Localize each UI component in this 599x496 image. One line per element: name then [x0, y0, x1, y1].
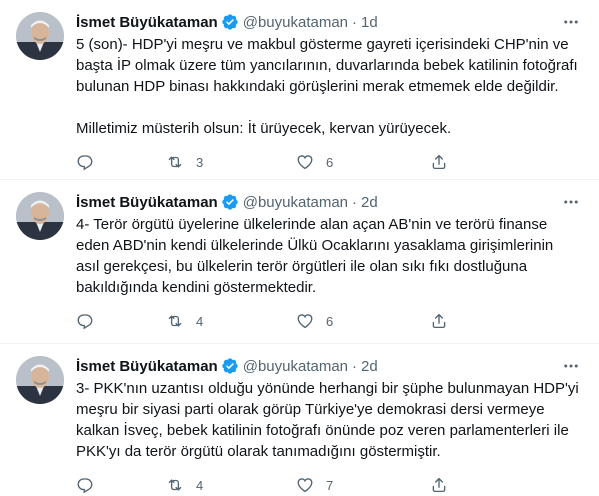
share-button[interactable]	[430, 476, 470, 494]
retweet-count: 4	[196, 477, 204, 493]
tweet[interactable]: İsmet Büyükataman @buyukataman · 2d 4- T…	[0, 180, 599, 344]
timestamp[interactable]: 1d	[361, 14, 378, 31]
tweet-feed: İsmet Büyükataman @buyukataman · 1d 5 (s…	[0, 0, 599, 494]
heart-icon	[296, 476, 314, 494]
more-options-icon[interactable]	[559, 354, 583, 378]
like-count: 6	[326, 313, 334, 329]
tweet-text: 3- PKK'nın uzantısı olduğu yönünde herha…	[76, 380, 583, 460]
avatar[interactable]	[16, 12, 64, 60]
timestamp[interactable]: 2d	[361, 194, 378, 211]
like-button[interactable]: 6	[296, 312, 430, 330]
author-handle[interactable]: @buyukataman	[243, 14, 348, 31]
reply-icon	[76, 312, 94, 330]
separator: ·	[352, 193, 358, 211]
heart-icon	[296, 153, 314, 171]
like-count: 7	[326, 477, 334, 493]
like-count: 6	[326, 154, 334, 170]
separator: ·	[352, 13, 358, 31]
like-button[interactable]: 7	[296, 476, 430, 494]
retweet-icon	[166, 153, 184, 171]
heart-icon	[296, 312, 314, 330]
tweet-actions: 3 6	[76, 151, 583, 173]
avatar[interactable]	[16, 356, 64, 404]
author-handle[interactable]: @buyukataman	[243, 194, 348, 211]
share-icon	[430, 476, 448, 494]
reply-button[interactable]	[76, 312, 166, 330]
retweet-count: 4	[196, 313, 204, 329]
author-name[interactable]: İsmet Büyükataman	[76, 358, 218, 375]
share-button[interactable]	[430, 312, 470, 330]
verified-badge-icon	[221, 13, 239, 31]
retweet-button[interactable]: 4	[166, 476, 296, 494]
retweet-count: 3	[196, 154, 204, 170]
avatar[interactable]	[16, 192, 64, 240]
tweet[interactable]: İsmet Büyükataman @buyukataman · 2d 3- P…	[0, 344, 599, 494]
tweet-text: 4- Terör örgütü üyelerine ülkelerinde al…	[76, 216, 558, 296]
tweet-header: İsmet Büyükataman @buyukataman · 2d	[76, 192, 583, 212]
timestamp[interactable]: 2d	[361, 358, 378, 375]
retweet-button[interactable]: 4	[166, 312, 296, 330]
share-icon	[430, 153, 448, 171]
author-name[interactable]: İsmet Büyükataman	[76, 194, 218, 211]
reply-icon	[76, 153, 94, 171]
retweet-icon	[166, 476, 184, 494]
author-name[interactable]: İsmet Büyükataman	[76, 14, 218, 31]
separator: ·	[352, 357, 358, 375]
reply-button[interactable]	[76, 476, 166, 494]
more-options-icon[interactable]	[559, 10, 583, 34]
verified-badge-icon	[221, 193, 239, 211]
tweet-header: İsmet Büyükataman @buyukataman · 1d	[76, 12, 583, 32]
reply-button[interactable]	[76, 153, 166, 171]
tweet-actions: 4 6	[76, 310, 583, 332]
tweet-text: 5 (son)- HDP'yi meşru ve makbul gösterme…	[76, 36, 578, 137]
tweet-header: İsmet Büyükataman @buyukataman · 2d	[76, 356, 583, 376]
like-button[interactable]: 6	[296, 153, 430, 171]
author-handle[interactable]: @buyukataman	[243, 358, 348, 375]
tweet-actions: 4 7	[76, 474, 583, 496]
share-icon	[430, 312, 448, 330]
share-button[interactable]	[430, 153, 470, 171]
more-options-icon[interactable]	[559, 190, 583, 214]
reply-icon	[76, 476, 94, 494]
retweet-button[interactable]: 3	[166, 153, 296, 171]
verified-badge-icon	[221, 357, 239, 375]
retweet-icon	[166, 312, 184, 330]
tweet[interactable]: İsmet Büyükataman @buyukataman · 1d 5 (s…	[0, 0, 599, 180]
